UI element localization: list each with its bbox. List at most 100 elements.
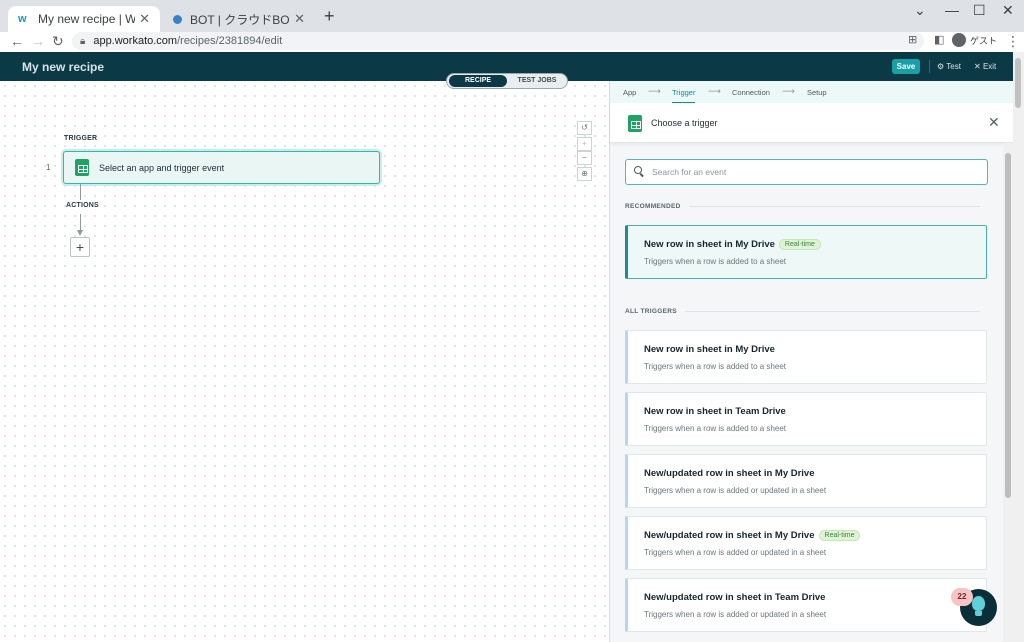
fit-view-icon[interactable]: ⊕ bbox=[577, 167, 592, 181]
choose-trigger-header: Choose a trigger ✕ bbox=[610, 103, 1014, 143]
bot-favicon-icon bbox=[173, 14, 182, 24]
workato-favicon-icon: w bbox=[18, 13, 27, 25]
divider bbox=[929, 60, 930, 73]
browser-toolbar: ← → ↻ 🔒︎ app.workato.com/recipes/2381894… bbox=[0, 32, 1024, 52]
all-triggers-label: ALL TRIGGERS bbox=[625, 308, 980, 315]
maximize-icon[interactable]: ☐ bbox=[973, 2, 986, 19]
trigger-title: New/updated row in sheet in My Drive bbox=[644, 468, 815, 479]
trigger-title-row: New/updated row in sheet in My Drive bbox=[644, 468, 815, 479]
panel-scrollbar[interactable] bbox=[1003, 143, 1013, 642]
trigger-title: New row in sheet in My Drive bbox=[644, 344, 775, 355]
trigger-description: Triggers when a row is added or updated … bbox=[644, 610, 827, 619]
close-window-icon[interactable]: ✕ bbox=[1002, 2, 1014, 19]
actions-section-label: ACTIONS bbox=[66, 202, 99, 209]
close-tab-icon[interactable]: ✕ bbox=[294, 11, 305, 27]
close-icon: ✕ bbox=[974, 62, 981, 71]
zoom-out-icon[interactable]: − bbox=[577, 151, 592, 165]
trigger-description: Triggers when a row is added to a sheet bbox=[644, 362, 787, 371]
trigger-card[interactable]: New/updated row in sheet in My Drive Tri… bbox=[625, 454, 987, 508]
new-tab-icon[interactable]: + bbox=[324, 6, 335, 27]
step-setup[interactable]: Setup bbox=[807, 88, 827, 97]
search-input[interactable] bbox=[652, 167, 972, 177]
tab-search-icon[interactable]: ⌄ bbox=[914, 2, 926, 19]
realtime-badge: Real-time bbox=[778, 239, 821, 250]
tab-recipe[interactable]: RECIPE bbox=[449, 75, 507, 87]
scrollbar-thumb[interactable] bbox=[1005, 153, 1011, 498]
trigger-card[interactable]: New row in sheet in My Drive Triggers wh… bbox=[625, 330, 987, 384]
lightbulb-icon bbox=[972, 596, 985, 611]
trigger-title-row: New row in sheet in My Drive bbox=[644, 344, 775, 355]
trigger-title: New row in sheet in My Drive bbox=[644, 239, 775, 250]
avatar bbox=[952, 33, 966, 47]
arrow-down-icon bbox=[77, 230, 83, 236]
close-tab-icon[interactable]: ✕ bbox=[139, 11, 150, 27]
trigger-description: Triggers when a row is added to a sheet bbox=[644, 257, 787, 266]
arrow-right-icon: ⟶ bbox=[648, 86, 661, 96]
arrow-right-icon: ⟶ bbox=[708, 86, 721, 96]
trigger-section-label: TRIGGER bbox=[64, 135, 98, 142]
search-icon bbox=[634, 166, 646, 178]
close-panel-icon[interactable]: ✕ bbox=[988, 114, 1000, 131]
page-scrollbar[interactable] bbox=[1013, 52, 1024, 642]
test-button[interactable]: ⚙ Test bbox=[937, 62, 961, 71]
recipe-test-toggle[interactable]: RECIPE TEST JOBS bbox=[446, 73, 568, 89]
reload-icon[interactable]: ↻ bbox=[52, 33, 64, 50]
connector-line bbox=[80, 214, 81, 230]
recommended-trigger-card[interactable]: New row in sheet in My Drive Real-time T… bbox=[625, 225, 987, 279]
tab-test-jobs[interactable]: TEST JOBS bbox=[509, 75, 565, 87]
arrow-right-icon: ⟶ bbox=[782, 86, 795, 96]
recipe-title[interactable]: My new recipe bbox=[22, 60, 104, 74]
forward-icon[interactable]: → bbox=[31, 33, 45, 49]
trigger-card[interactable]: New/updated row in sheet in Team Drive T… bbox=[625, 578, 987, 632]
step-app[interactable]: App bbox=[623, 88, 636, 97]
step-connection[interactable]: Connection bbox=[732, 88, 770, 97]
setup-steps-bar: App ⟶ Trigger ⟶ Connection ⟶ Setup bbox=[610, 81, 1014, 104]
event-search[interactable] bbox=[625, 159, 988, 185]
trigger-card[interactable]: New row in sheet in Team Drive Triggers … bbox=[625, 392, 987, 446]
browser-tab-bot[interactable]: BOT | クラウドBOT ✕ bbox=[163, 6, 315, 32]
save-button[interactable]: Save bbox=[892, 59, 920, 74]
notification-badge: 22 bbox=[951, 588, 973, 606]
choose-trigger-title: Choose a trigger bbox=[651, 118, 718, 128]
gear-icon: ⚙ bbox=[937, 62, 945, 71]
recommended-label: RECOMMENDED bbox=[625, 203, 980, 210]
trigger-step-card[interactable]: Select an app and trigger event bbox=[63, 151, 380, 184]
browser-tab-workato[interactable]: w My new recipe | Workato ✕ bbox=[8, 6, 160, 32]
zoom-in-icon[interactable]: + bbox=[577, 137, 592, 151]
lightbulb-base bbox=[975, 611, 982, 616]
back-icon[interactable]: ← bbox=[10, 33, 24, 49]
tab-title: My new recipe | Workato bbox=[38, 12, 136, 26]
profile-button[interactable]: ゲスト bbox=[952, 33, 997, 47]
trigger-description: Triggers when a row is added or updated … bbox=[644, 548, 827, 557]
trigger-title-row: New/updated row in sheet in My Drive Rea… bbox=[644, 530, 861, 541]
exit-button[interactable]: ✕ Exit bbox=[974, 62, 996, 71]
exit-label: Exit bbox=[982, 62, 997, 71]
add-action-button[interactable]: + bbox=[70, 237, 90, 257]
trigger-title-row: New row in sheet in Team Drive bbox=[644, 406, 786, 417]
url-path: /recipes/2381894/edit bbox=[177, 35, 283, 47]
trigger-step-text: Select an app and trigger event bbox=[99, 162, 225, 173]
address-bar[interactable]: 🔒︎ app.workato.com/recipes/2381894/edit bbox=[72, 32, 924, 50]
undo-icon[interactable]: ↺ bbox=[577, 121, 592, 135]
recommended-label-text: RECOMMENDED bbox=[625, 203, 681, 210]
step-trigger[interactable]: Trigger bbox=[672, 88, 696, 104]
side-panel-icon[interactable]: ◧ bbox=[934, 33, 944, 46]
test-label: Test bbox=[946, 62, 961, 71]
url-host: app.workato.com bbox=[93, 35, 178, 47]
minimize-icon[interactable]: — bbox=[945, 2, 959, 18]
lock-icon: 🔒︎ bbox=[80, 35, 86, 47]
trigger-card[interactable]: New/updated row in sheet in My Drive Rea… bbox=[625, 516, 987, 570]
all-triggers-label-text: ALL TRIGGERS bbox=[625, 308, 677, 315]
trigger-title: New row in sheet in Team Drive bbox=[644, 406, 786, 417]
page-scrollbar-thumb[interactable] bbox=[1015, 58, 1021, 108]
google-sheets-icon bbox=[628, 115, 642, 132]
realtime-badge: Real-time bbox=[818, 530, 861, 541]
translate-icon[interactable]: ⊞ bbox=[908, 33, 917, 46]
trigger-title: New/updated row in sheet in My Drive bbox=[644, 530, 815, 541]
browser-menu-icon[interactable]: ⋮ bbox=[1006, 33, 1020, 50]
google-sheets-icon bbox=[75, 159, 89, 176]
trigger-title: New/updated row in sheet in Team Drive bbox=[644, 592, 826, 603]
profile-label: ゲスト bbox=[970, 35, 998, 46]
trigger-description: Triggers when a row is added to a sheet bbox=[644, 424, 787, 433]
connector-line bbox=[80, 184, 81, 200]
